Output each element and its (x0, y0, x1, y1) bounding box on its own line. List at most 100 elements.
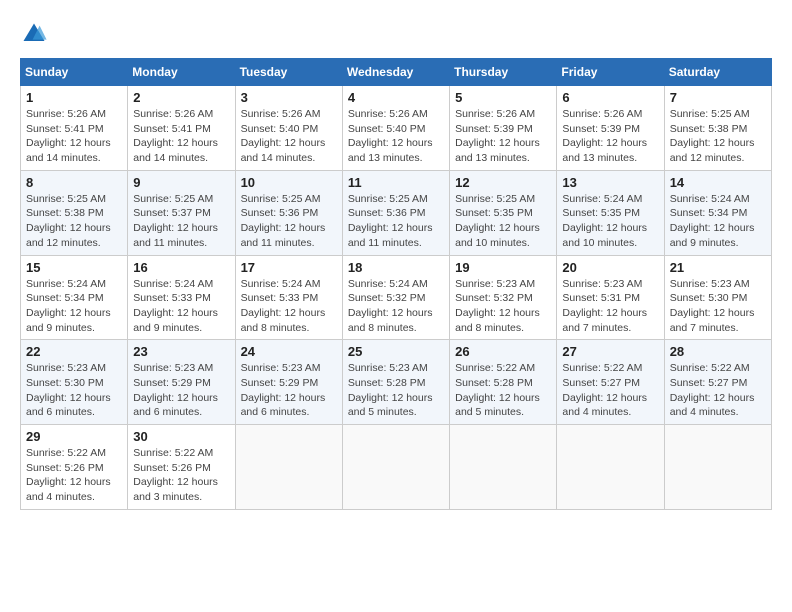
day-number: 16 (133, 260, 229, 275)
day-number: 23 (133, 344, 229, 359)
column-header-friday: Friday (557, 59, 664, 86)
day-number: 8 (26, 175, 122, 190)
week-row: 1Sunrise: 5:26 AMSunset: 5:41 PMDaylight… (21, 86, 772, 171)
day-number: 6 (562, 90, 658, 105)
calendar-cell: 23 Sunrise: 5:23 AMSunset: 5:29 PMDayligh… (128, 340, 235, 425)
day-number: 12 (455, 175, 551, 190)
calendar-cell: 6 Sunrise: 5:26 AMSunset: 5:39 PMDaylight… (557, 86, 664, 171)
day-info: Sunrise: 5:26 AMSunset: 5:39 PMDaylight:… (455, 107, 551, 166)
calendar-cell: 20 Sunrise: 5:23 AMSunset: 5:31 PMDayligh… (557, 255, 664, 340)
day-info: Sunrise: 5:24 AMSunset: 5:33 PMDaylight:… (133, 277, 229, 336)
day-number: 10 (241, 175, 337, 190)
day-info: Sunrise: 5:22 AMSunset: 5:28 PMDaylight:… (455, 361, 551, 420)
week-row: 22 Sunrise: 5:23 AMSunset: 5:30 PMDayligh… (21, 340, 772, 425)
calendar-cell: 18 Sunrise: 5:24 AMSunset: 5:32 PMDayligh… (342, 255, 449, 340)
calendar-cell: 2 Sunrise: 5:26 AMSunset: 5:41 PMDaylight… (128, 86, 235, 171)
day-info: Sunrise: 5:26 AMSunset: 5:40 PMDaylight:… (348, 107, 444, 166)
day-number: 26 (455, 344, 551, 359)
day-info: Sunrise: 5:24 AMSunset: 5:33 PMDaylight:… (241, 277, 337, 336)
calendar-cell: 15 Sunrise: 5:24 AMSunset: 5:34 PMDayligh… (21, 255, 128, 340)
calendar-cell: 12 Sunrise: 5:25 AMSunset: 5:35 PMDayligh… (450, 170, 557, 255)
day-number: 29 (26, 429, 122, 444)
calendar-cell: 11 Sunrise: 5:25 AMSunset: 5:36 PMDayligh… (342, 170, 449, 255)
calendar-cell: 16 Sunrise: 5:24 AMSunset: 5:33 PMDayligh… (128, 255, 235, 340)
calendar-cell (342, 425, 449, 510)
day-info: Sunrise: 5:25 AMSunset: 5:35 PMDaylight:… (455, 192, 551, 251)
day-number: 25 (348, 344, 444, 359)
day-info: Sunrise: 5:25 AMSunset: 5:38 PMDaylight:… (670, 107, 766, 166)
day-info: Sunrise: 5:22 AMSunset: 5:27 PMDaylight:… (670, 361, 766, 420)
column-header-monday: Monday (128, 59, 235, 86)
logo (20, 20, 52, 48)
calendar-cell: 21 Sunrise: 5:23 AMSunset: 5:30 PMDayligh… (664, 255, 771, 340)
day-number: 15 (26, 260, 122, 275)
calendar-cell: 19 Sunrise: 5:23 AMSunset: 5:32 PMDayligh… (450, 255, 557, 340)
calendar-cell: 13 Sunrise: 5:24 AMSunset: 5:35 PMDayligh… (557, 170, 664, 255)
day-info: Sunrise: 5:24 AMSunset: 5:35 PMDaylight:… (562, 192, 658, 251)
day-number: 30 (133, 429, 229, 444)
day-number: 17 (241, 260, 337, 275)
week-row: 15 Sunrise: 5:24 AMSunset: 5:34 PMDayligh… (21, 255, 772, 340)
day-number: 14 (670, 175, 766, 190)
day-info: Sunrise: 5:25 AMSunset: 5:36 PMDaylight:… (348, 192, 444, 251)
day-info: Sunrise: 5:25 AMSunset: 5:36 PMDaylight:… (241, 192, 337, 251)
calendar-cell: 27 Sunrise: 5:22 AMSunset: 5:27 PMDayligh… (557, 340, 664, 425)
day-info: Sunrise: 5:23 AMSunset: 5:30 PMDaylight:… (26, 361, 122, 420)
column-header-thursday: Thursday (450, 59, 557, 86)
calendar-cell: 4Sunrise: 5:26 AMSunset: 5:40 PMDaylight… (342, 86, 449, 171)
day-info: Sunrise: 5:24 AMSunset: 5:34 PMDaylight:… (670, 192, 766, 251)
day-info: Sunrise: 5:26 AMSunset: 5:41 PMDaylight:… (133, 107, 229, 166)
day-number: 27 (562, 344, 658, 359)
day-number: 22 (26, 344, 122, 359)
day-number: 3 (241, 90, 337, 105)
calendar-cell: 10 Sunrise: 5:25 AMSunset: 5:36 PMDayligh… (235, 170, 342, 255)
calendar-cell: 30 Sunrise: 5:22 AMSunset: 5:26 PMDayligh… (128, 425, 235, 510)
day-info: Sunrise: 5:24 AMSunset: 5:34 PMDaylight:… (26, 277, 122, 336)
day-info: Sunrise: 5:23 AMSunset: 5:29 PMDaylight:… (241, 361, 337, 420)
day-number: 7 (670, 90, 766, 105)
day-number: 19 (455, 260, 551, 275)
column-header-tuesday: Tuesday (235, 59, 342, 86)
calendar-cell: 1Sunrise: 5:26 AMSunset: 5:41 PMDaylight… (21, 86, 128, 171)
day-number: 9 (133, 175, 229, 190)
logo-icon (20, 20, 48, 48)
day-number: 21 (670, 260, 766, 275)
calendar-table: SundayMondayTuesdayWednesdayThursdayFrid… (20, 58, 772, 510)
calendar-cell: 17 Sunrise: 5:24 AMSunset: 5:33 PMDayligh… (235, 255, 342, 340)
calendar-cell: 7 Sunrise: 5:25 AMSunset: 5:38 PMDaylight… (664, 86, 771, 171)
column-header-sunday: Sunday (21, 59, 128, 86)
day-number: 28 (670, 344, 766, 359)
day-info: Sunrise: 5:25 AMSunset: 5:38 PMDaylight:… (26, 192, 122, 251)
day-info: Sunrise: 5:26 AMSunset: 5:39 PMDaylight:… (562, 107, 658, 166)
day-info: Sunrise: 5:23 AMSunset: 5:29 PMDaylight:… (133, 361, 229, 420)
calendar-cell: 8 Sunrise: 5:25 AMSunset: 5:38 PMDaylight… (21, 170, 128, 255)
calendar-cell (450, 425, 557, 510)
calendar-cell: 29Sunrise: 5:22 AMSunset: 5:26 PMDayligh… (21, 425, 128, 510)
calendar-cell: 25 Sunrise: 5:23 AMSunset: 5:28 PMDayligh… (342, 340, 449, 425)
day-number: 11 (348, 175, 444, 190)
day-number: 20 (562, 260, 658, 275)
week-row: 8 Sunrise: 5:25 AMSunset: 5:38 PMDaylight… (21, 170, 772, 255)
page-header (20, 20, 772, 48)
day-info: Sunrise: 5:23 AMSunset: 5:31 PMDaylight:… (562, 277, 658, 336)
day-info: Sunrise: 5:23 AMSunset: 5:28 PMDaylight:… (348, 361, 444, 420)
day-info: Sunrise: 5:26 AMSunset: 5:40 PMDaylight:… (241, 107, 337, 166)
calendar-cell: 5Sunrise: 5:26 AMSunset: 5:39 PMDaylight… (450, 86, 557, 171)
calendar-cell (235, 425, 342, 510)
day-info: Sunrise: 5:23 AMSunset: 5:30 PMDaylight:… (670, 277, 766, 336)
day-info: Sunrise: 5:22 AMSunset: 5:26 PMDaylight:… (133, 446, 229, 505)
day-number: 18 (348, 260, 444, 275)
day-number: 2 (133, 90, 229, 105)
calendar-cell: 24 Sunrise: 5:23 AMSunset: 5:29 PMDayligh… (235, 340, 342, 425)
day-info: Sunrise: 5:23 AMSunset: 5:32 PMDaylight:… (455, 277, 551, 336)
day-info: Sunrise: 5:26 AMSunset: 5:41 PMDaylight:… (26, 107, 122, 166)
calendar-cell: 3 Sunrise: 5:26 AMSunset: 5:40 PMDaylight… (235, 86, 342, 171)
day-info: Sunrise: 5:24 AMSunset: 5:32 PMDaylight:… (348, 277, 444, 336)
day-number: 13 (562, 175, 658, 190)
week-row: 29 Sunrise: 5:22 AMSunset: 5:26 PMDayligh… (21, 425, 772, 510)
calendar-cell (664, 425, 771, 510)
calendar-cell (557, 425, 664, 510)
day-number: 24 (241, 344, 337, 359)
day-info: Sunrise: 5:22 AMSunset: 5:27 PMDaylight:… (562, 361, 658, 420)
column-header-wednesday: Wednesday (342, 59, 449, 86)
